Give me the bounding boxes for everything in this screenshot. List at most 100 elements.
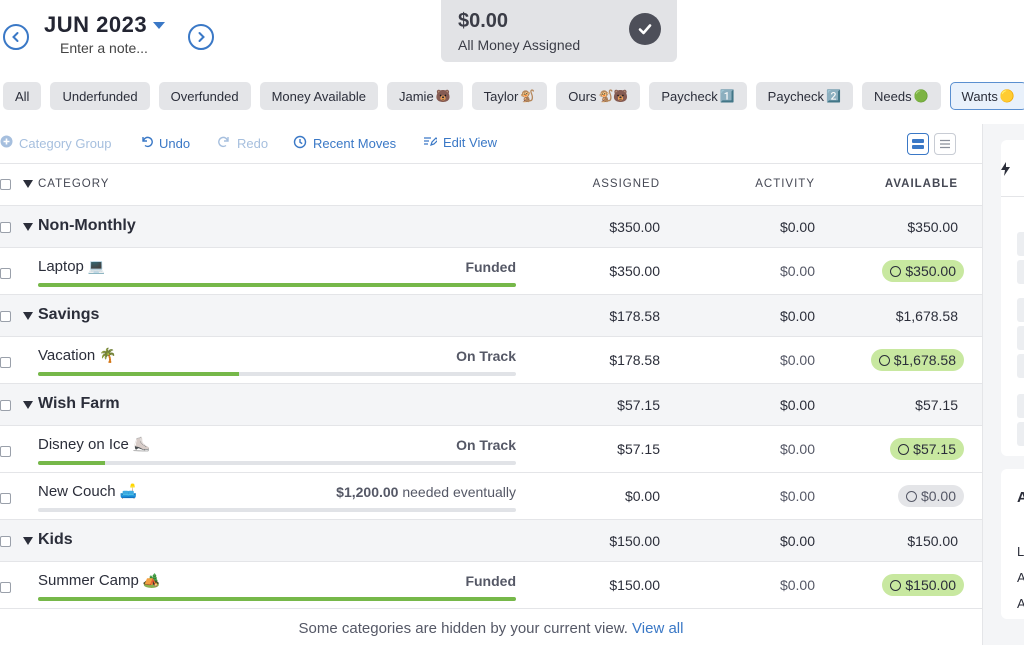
inspector-chip[interactable]	[1017, 298, 1024, 322]
group-checkbox[interactable]	[0, 222, 11, 233]
collapse-group-icon[interactable]	[23, 223, 33, 231]
collapse-group-icon[interactable]	[23, 312, 33, 320]
collapse-group-icon[interactable]	[23, 537, 33, 545]
category-assigned[interactable]: $150.00	[609, 577, 660, 593]
category-name-text: Laptop	[38, 258, 84, 275]
filter-chip[interactable]: Taylor 🐒	[471, 82, 548, 110]
filter-chip[interactable]: Money Available	[259, 82, 378, 110]
month-selector[interactable]: JUN 2023	[44, 12, 166, 38]
category-name[interactable]: Vacation 🌴	[38, 347, 117, 364]
goal-progress-bar	[38, 597, 516, 601]
category-group-row[interactable]: Wish Farm $57.15 $0.00 $57.15	[0, 384, 982, 426]
group-name[interactable]: Wish Farm	[38, 395, 120, 413]
inspector-chip[interactable]	[1017, 260, 1024, 284]
filter-chip-label: Ours	[568, 88, 597, 104]
available-pill[interactable]: $57.15	[890, 438, 964, 460]
filter-chip-label: Jamie	[399, 88, 434, 104]
category-checkbox[interactable]	[0, 357, 11, 368]
category-row[interactable]: New Couch 🛋️ $1,200.00 needed eventually $0…	[0, 473, 982, 520]
group-name[interactable]: Savings	[38, 306, 99, 324]
group-checkbox[interactable]	[0, 311, 11, 322]
group-name[interactable]: Kids	[38, 531, 73, 549]
group-name[interactable]: Non-Monthly	[38, 217, 136, 235]
category-group-row[interactable]: Savings $178.58 $0.00 $1,678.58	[0, 295, 982, 337]
expanded-view-toggle[interactable]	[907, 133, 929, 155]
category-column-header[interactable]: CATEGORY	[38, 178, 109, 190]
category-row[interactable]: Vacation 🌴 On Track $178.58 $0.00 $1,678.58	[0, 337, 982, 384]
inspector-line-fragment: L	[1017, 544, 1024, 559]
category-row[interactable]: Laptop 💻 Funded $350.00 $0.00 $350.00	[0, 248, 982, 295]
filter-chip[interactable]: Paycheck 2️⃣	[755, 82, 853, 110]
undo-button[interactable]: Undo	[140, 135, 190, 151]
category-checkbox[interactable]	[0, 446, 11, 457]
inspector-chip[interactable]	[1017, 232, 1024, 256]
redo-button[interactable]: Redo	[218, 135, 268, 151]
category-activity[interactable]: $0.00	[780, 263, 815, 279]
view-all-link[interactable]: View all	[632, 620, 683, 637]
category-name[interactable]: New Couch 🛋️	[38, 483, 137, 500]
hidden-categories-text: Some categories are hidden by your curre…	[298, 620, 628, 637]
category-name[interactable]: Disney on Ice ⛸️	[38, 436, 150, 453]
category-activity[interactable]: $0.00	[780, 488, 815, 504]
category-activity[interactable]: $0.00	[780, 577, 815, 593]
filter-chip-label: Wants	[961, 88, 998, 104]
category-assigned[interactable]: $178.58	[609, 352, 660, 368]
add-category-group-button[interactable]: Category Group	[0, 135, 112, 151]
category-checkbox[interactable]	[0, 493, 11, 504]
inspector-chip[interactable]	[1017, 394, 1024, 418]
category-name-text: New Couch	[38, 483, 116, 500]
inspector-chip[interactable]	[1017, 354, 1024, 378]
ready-to-assign-box[interactable]: $0.00 All Money Assigned	[441, 0, 677, 62]
edit-view-button[interactable]: Edit View	[423, 135, 497, 150]
inspector-chip[interactable]	[1017, 326, 1024, 350]
available-amount: $1,678.58	[893, 352, 956, 368]
collapse-all-icon[interactable]	[23, 180, 33, 188]
category-assigned[interactable]: $350.00	[609, 263, 660, 279]
inspector-chip[interactable]	[1017, 422, 1024, 446]
month-note[interactable]: Enter a note...	[60, 40, 148, 56]
category-checkbox[interactable]	[0, 268, 11, 279]
available-pill[interactable]: $0.00	[897, 485, 964, 507]
category-assigned[interactable]: $57.15	[617, 441, 660, 457]
category-activity[interactable]: $0.00	[780, 352, 815, 368]
select-all-checkbox[interactable]	[0, 179, 11, 190]
chevron-left-icon	[12, 32, 19, 42]
goal-progress-bar	[38, 372, 516, 376]
group-checkbox[interactable]	[0, 400, 11, 411]
goal-progress-fill	[38, 372, 239, 376]
next-month-button[interactable]	[188, 24, 214, 50]
filter-chip[interactable]: All	[3, 82, 42, 110]
category-group-row[interactable]: Non-Monthly $350.00 $0.00 $350.00	[0, 206, 982, 248]
available-pill[interactable]: $150.00	[882, 574, 964, 596]
category-row[interactable]: Disney on Ice ⛸️ On Track $57.15 $0.00 $57.15	[0, 426, 982, 473]
group-available: $57.15	[915, 397, 958, 413]
category-activity[interactable]: $0.00	[780, 441, 815, 457]
collapse-group-icon[interactable]	[23, 401, 33, 409]
category-row[interactable]: Summer Camp 🏕️ Funded $150.00 $0.00 $150.00	[0, 562, 982, 609]
goal-progress-bar	[38, 508, 516, 512]
category-filter-bar: All Underfunded Overfunded Money Available J…	[0, 82, 1024, 112]
available-pill[interactable]: $1,678.58	[870, 349, 964, 371]
category-group-row[interactable]: Kids $150.00 $0.00 $150.00	[0, 520, 982, 562]
category-checkbox[interactable]	[0, 582, 11, 593]
filter-chip[interactable]: Paycheck 1️⃣	[649, 82, 747, 110]
filter-chip-emoji: 2️⃣	[826, 89, 841, 103]
goal-status-icon	[905, 490, 917, 502]
filter-chip[interactable]: Wants 🟡	[949, 82, 1024, 110]
goal-progress-fill	[38, 597, 516, 601]
recent-moves-button[interactable]: Recent Moves	[293, 135, 396, 152]
group-activity: $0.00	[779, 219, 815, 235]
previous-month-button[interactable]	[3, 24, 29, 50]
filter-chip[interactable]: Overfunded	[158, 82, 251, 110]
filter-chip[interactable]: Ours 🐒🐻	[556, 82, 641, 110]
group-checkbox[interactable]	[0, 536, 11, 547]
category-name[interactable]: Laptop 💻	[38, 258, 105, 275]
compact-view-toggle[interactable]	[934, 133, 956, 155]
filter-chip[interactable]: Needs 🟢	[862, 82, 941, 110]
category-assigned[interactable]: $0.00	[625, 488, 660, 504]
filter-chip[interactable]: Underfunded	[50, 82, 150, 110]
goal-status-suffix: needed eventually	[398, 484, 516, 500]
category-name[interactable]: Summer Camp 🏕️	[38, 572, 160, 589]
filter-chip[interactable]: Jamie 🐻	[387, 82, 463, 110]
available-pill[interactable]: $350.00	[882, 260, 964, 282]
